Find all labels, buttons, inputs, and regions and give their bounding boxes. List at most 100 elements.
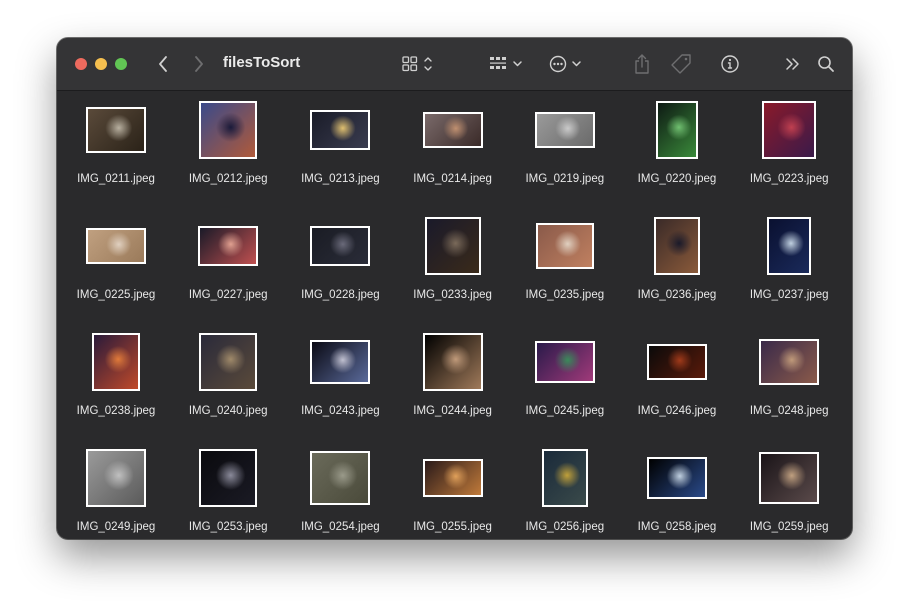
file-item[interactable]: IMG_0259.jpeg (733, 445, 845, 539)
file-item[interactable]: IMG_0254.jpeg (284, 445, 396, 539)
file-item[interactable]: IMG_0258.jpeg (621, 445, 733, 539)
file-name-label: IMG_0240.jpeg (188, 405, 268, 417)
file-thumbnail[interactable] (654, 217, 700, 275)
file-item[interactable]: IMG_0255.jpeg (397, 445, 509, 539)
file-name-label: IMG_0248.jpeg (749, 405, 829, 417)
action-menu-button[interactable] (547, 52, 587, 76)
group-by-button[interactable] (487, 52, 527, 76)
file-thumbnail[interactable] (534, 341, 595, 383)
file-name-label: IMG_0213.jpeg (301, 173, 380, 185)
file-name-label: IMG_0223.jpeg (749, 173, 829, 185)
file-item[interactable]: IMG_0240.jpeg (172, 329, 284, 439)
file-item[interactable]: IMG_0214.jpeg (397, 97, 509, 207)
file-thumbnail[interactable] (535, 223, 594, 269)
file-name-label: IMG_0259.jpeg (749, 521, 829, 533)
close-window-button[interactable] (75, 58, 87, 70)
file-name-label: IMG_0258.jpeg (637, 521, 717, 533)
file-thumbnail[interactable] (199, 333, 258, 391)
file-thumbnail[interactable] (86, 449, 146, 507)
file-thumbnail[interactable] (92, 333, 140, 391)
file-thumbnail[interactable] (310, 451, 371, 505)
icon-grid-icon (402, 56, 432, 72)
file-thumbnail[interactable] (424, 217, 481, 275)
file-item[interactable]: IMG_0256.jpeg (509, 445, 621, 539)
file-thumbnail[interactable] (422, 459, 483, 497)
search-icon (818, 56, 834, 72)
file-item[interactable]: IMG_0238.jpeg (60, 329, 172, 439)
file-item[interactable]: IMG_0220.jpeg (621, 97, 733, 207)
file-name-label: IMG_0225.jpeg (76, 289, 156, 301)
file-item[interactable]: IMG_0248.jpeg (733, 329, 845, 439)
file-name-label: IMG_0212.jpeg (188, 173, 268, 185)
file-thumbnail[interactable] (310, 340, 371, 384)
file-thumbnail[interactable] (86, 228, 146, 264)
share-button[interactable] (631, 51, 653, 77)
ellipsis-circle-icon (549, 55, 581, 73)
finder-window: filesToSort IMG_0211.jpeg IMG_0212.jpeg … (57, 38, 852, 539)
search-button[interactable] (815, 52, 837, 76)
file-name-label: IMG_0256.jpeg (525, 521, 605, 533)
file-item[interactable]: IMG_0244.jpeg (397, 329, 509, 439)
zoom-window-button[interactable] (115, 58, 127, 70)
file-thumbnail[interactable] (199, 449, 258, 507)
file-item[interactable]: IMG_0211.jpeg (60, 97, 172, 207)
forward-button[interactable] (189, 52, 209, 76)
file-item[interactable]: IMG_0236.jpeg (621, 213, 733, 323)
file-thumbnail[interactable] (541, 449, 588, 507)
file-thumbnail[interactable] (199, 101, 258, 159)
file-thumbnail[interactable] (656, 101, 698, 159)
file-thumbnail[interactable] (534, 112, 595, 148)
group-by-icon (490, 57, 522, 69)
share-icon (635, 54, 649, 74)
file-thumbnail[interactable] (422, 333, 483, 391)
file-thumbnail[interactable] (759, 452, 820, 504)
file-name-label: IMG_0254.jpeg (301, 521, 380, 533)
file-name-label: IMG_0219.jpeg (525, 173, 605, 185)
file-thumbnail[interactable] (762, 101, 817, 159)
file-item[interactable]: IMG_0227.jpeg (172, 213, 284, 323)
file-name-label: IMG_0238.jpeg (76, 405, 156, 417)
file-name-label: IMG_0253.jpeg (188, 521, 268, 533)
file-item[interactable]: IMG_0237.jpeg (733, 213, 845, 323)
file-item[interactable]: IMG_0225.jpeg (60, 213, 172, 323)
file-name-label: IMG_0228.jpeg (301, 289, 380, 301)
file-item[interactable]: IMG_0228.jpeg (284, 213, 396, 323)
file-name-label: IMG_0236.jpeg (637, 289, 717, 301)
tag-button[interactable] (669, 52, 693, 76)
file-item[interactable]: IMG_0219.jpeg (509, 97, 621, 207)
file-thumbnail[interactable] (647, 457, 707, 499)
file-thumbnail[interactable] (310, 110, 371, 150)
file-name-label: IMG_0246.jpeg (637, 405, 717, 417)
file-item[interactable]: IMG_0243.jpeg (284, 329, 396, 439)
file-item[interactable]: IMG_0223.jpeg (733, 97, 845, 207)
file-name-label: IMG_0220.jpeg (637, 173, 717, 185)
file-item[interactable]: IMG_0212.jpeg (172, 97, 284, 207)
file-thumbnail[interactable] (767, 217, 812, 275)
file-thumbnail[interactable] (647, 344, 707, 380)
file-name-label: IMG_0237.jpeg (749, 289, 829, 301)
file-item[interactable]: IMG_0246.jpeg (621, 329, 733, 439)
minimize-window-button[interactable] (95, 58, 107, 70)
file-thumbnail[interactable] (310, 226, 371, 266)
file-item[interactable]: IMG_0235.jpeg (509, 213, 621, 323)
view-mode-button[interactable] (399, 52, 439, 76)
file-thumbnail[interactable] (759, 339, 820, 385)
file-item[interactable]: IMG_0233.jpeg (397, 213, 509, 323)
file-thumbnail[interactable] (422, 112, 483, 148)
file-item[interactable]: IMG_0245.jpeg (509, 329, 621, 439)
file-name-label: IMG_0233.jpeg (413, 289, 492, 301)
file-name-label: IMG_0244.jpeg (413, 405, 492, 417)
file-item[interactable]: IMG_0253.jpeg (172, 445, 284, 539)
file-item[interactable]: IMG_0213.jpeg (284, 97, 396, 207)
file-name-label: IMG_0245.jpeg (525, 405, 605, 417)
file-name-label: IMG_0211.jpeg (77, 173, 155, 185)
file-grid: IMG_0211.jpeg IMG_0212.jpeg IMG_0213.jpeg I… (57, 91, 852, 539)
back-button[interactable] (153, 52, 173, 76)
file-thumbnail[interactable] (86, 107, 146, 153)
toolbar-overflow-button[interactable] (783, 52, 803, 76)
file-thumbnail[interactable] (198, 226, 259, 266)
info-button[interactable] (719, 52, 741, 76)
file-name-label: IMG_0235.jpeg (525, 289, 605, 301)
toolbar: filesToSort (57, 38, 852, 91)
file-item[interactable]: IMG_0249.jpeg (60, 445, 172, 539)
